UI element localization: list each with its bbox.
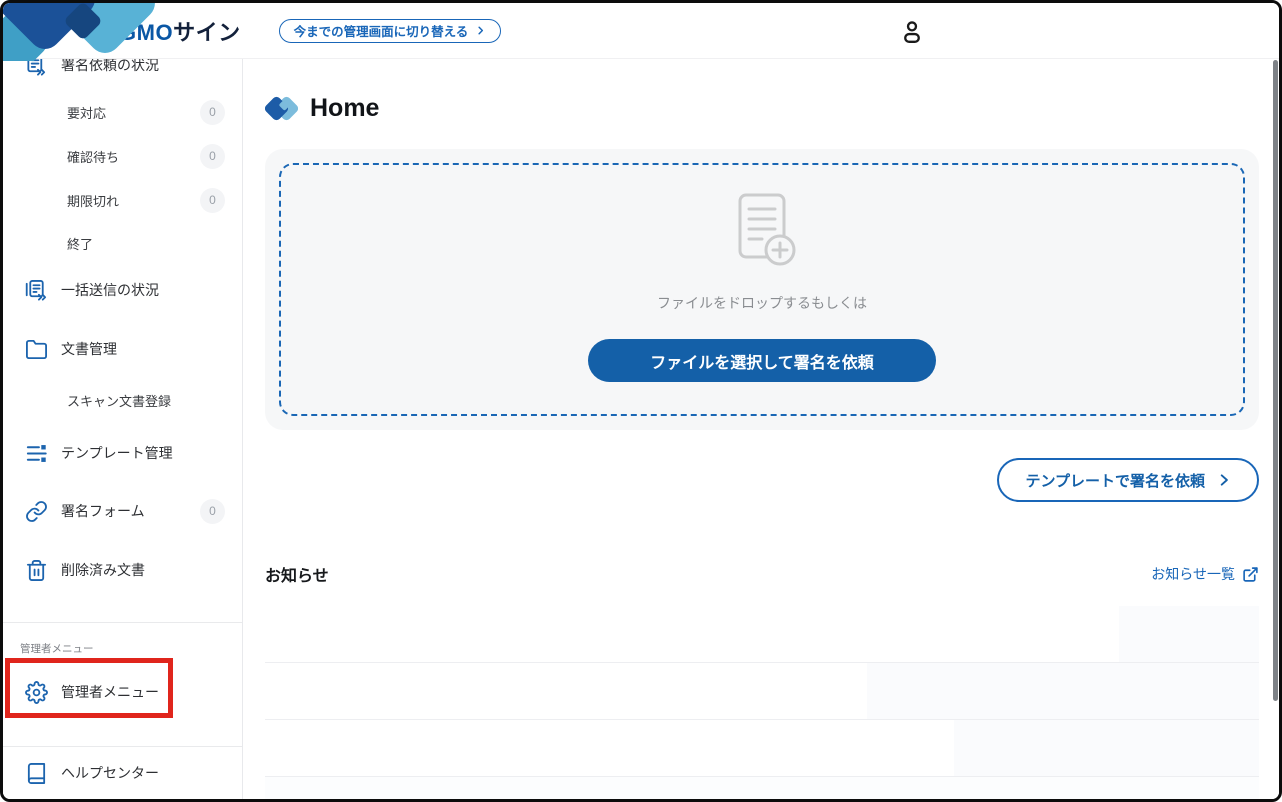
dropzone-hint: ファイルをドロップするもしくは	[657, 295, 867, 311]
trash-icon	[25, 559, 48, 582]
news-list-link[interactable]: お知らせ一覧	[1151, 564, 1259, 584]
book-icon	[25, 762, 48, 785]
news-title: お知らせ	[265, 568, 329, 585]
count-badge: 0	[200, 498, 225, 524]
sidebar-item-label: スキャン文書登録	[67, 393, 172, 409]
sidebar-item-needs-action[interactable]: 要対応 0	[3, 92, 242, 132]
template-signature-label: テンプレートで署名を依頼	[1025, 472, 1205, 490]
vertical-scrollbar[interactable]	[1273, 60, 1278, 701]
news-row[interactable]	[265, 777, 1259, 799]
sidebar-item-label: ヘルプセンター	[61, 765, 159, 781]
sidebar-item-label: テンプレート管理	[61, 445, 173, 461]
select-file-button[interactable]: ファイルを選択して署名を依頼	[588, 339, 936, 382]
template-signature-button[interactable]: テンプレートで署名を依頼	[997, 458, 1259, 502]
news-list	[265, 606, 1259, 799]
sidebar-item-label: 終了	[67, 236, 94, 252]
sidebar-item-expired[interactable]: 期限切れ 0	[3, 180, 242, 220]
count-badge: 0	[200, 187, 225, 213]
redacted-area	[867, 663, 1259, 719]
page-title: Home	[310, 93, 380, 122]
sidebar-item-template-management[interactable]: テンプレート管理	[3, 433, 242, 473]
file-dropzone[interactable]: ファイルをドロップするもしくは ファイルを選択して署名を依頼	[265, 149, 1259, 430]
sidebar-item-label: 期限切れ	[67, 193, 120, 209]
bulk-send-icon	[25, 279, 48, 302]
redacted-area	[265, 777, 1259, 799]
sidebar-item-bulk-send-status[interactable]: 一括送信の状況	[3, 270, 242, 310]
switch-admin-screen-label: 今までの管理画面に切り替える	[293, 25, 469, 39]
sidebar-item-deleted-documents[interactable]: 削除済み文書	[3, 550, 242, 590]
folder-icon	[25, 338, 48, 361]
sidebar-item-label: 削除済み文書	[61, 562, 145, 578]
sidebar-item-label: 署名依頼の状況	[61, 59, 159, 73]
news-list-link-label: お知らせ一覧	[1151, 566, 1235, 582]
main-content: Home ファイルをドロップするもしくは ファイルを選択して署名を依頼 テンプレ…	[244, 59, 1279, 799]
gmo-sign-mark-icon	[265, 96, 298, 120]
document-plus-icon	[738, 193, 796, 266]
brand-logotype: GMO サイン	[119, 15, 241, 47]
sidebar-item-scan-document-register[interactable]: スキャン文書登録	[3, 380, 242, 420]
count-badge: 0	[200, 143, 225, 169]
sidebar-item-finished[interactable]: 終了	[3, 223, 242, 263]
template-button-row: テンプレートで署名を依頼	[244, 458, 1279, 502]
sidebar-item-signature-form[interactable]: 署名フォーム 0	[3, 491, 242, 531]
redacted-area	[1119, 606, 1259, 662]
account-button[interactable]	[898, 18, 926, 46]
link-icon	[25, 500, 48, 523]
admin-section-label: 管理者メニュー	[20, 643, 94, 655]
redacted-area	[954, 720, 1259, 776]
sidebar-item-label: 要対応	[67, 105, 107, 121]
news-section: お知らせ お知らせ一覧	[265, 562, 1259, 799]
sidebar-item-help-center[interactable]: ヘルプセンター	[3, 753, 242, 793]
brand-sign: サイン	[173, 19, 241, 45]
user-icon	[904, 21, 920, 43]
chevron-right-icon	[478, 26, 484, 35]
sidebar-item-label: 管理者メニュー	[61, 684, 159, 700]
sidebar: 署名依頼の状況 要対応 0 確認待ち 0 期限切れ 0 終了 一括送信の状況 文…	[3, 59, 243, 799]
brand-gmo: GMO	[119, 19, 174, 45]
count-badge: 0	[200, 99, 225, 125]
switch-admin-screen-button[interactable]: 今までの管理画面に切り替える	[278, 18, 502, 43]
news-row[interactable]	[265, 663, 1259, 720]
sidebar-item-awaiting-confirmation[interactable]: 確認待ち 0	[3, 136, 242, 176]
app-window: GMO サイン 今までの管理画面に切り替える 署名依頼の状況 要対応 0 確認待…	[0, 0, 1282, 802]
news-row[interactable]	[265, 606, 1259, 663]
sidebar-item-document-management[interactable]: 文書管理	[3, 329, 242, 369]
top-header: GMO サイン 今までの管理画面に切り替える	[3, 3, 1279, 59]
sidebar-item-label: 確認待ち	[67, 149, 120, 165]
sidebar-divider	[3, 746, 242, 747]
gear-icon	[25, 680, 48, 704]
dropzone-dashed-area: ファイルをドロップするもしくは ファイルを選択して署名を依頼	[279, 163, 1245, 416]
sidebar-item-label: 署名フォーム	[61, 503, 145, 519]
document-arrows-icon	[25, 59, 48, 77]
news-row[interactable]	[265, 720, 1259, 777]
template-list-icon	[25, 442, 48, 465]
page-title-row: Home	[265, 93, 1279, 123]
sidebar-item-label: 一括送信の状況	[61, 282, 159, 298]
sidebar-divider	[3, 622, 242, 623]
sidebar-item-signature-requests[interactable]: 署名依頼の状況	[3, 59, 242, 85]
external-link-icon	[1243, 566, 1258, 582]
sidebar-item-label: 文書管理	[61, 341, 117, 357]
chevron-right-icon	[1220, 474, 1228, 486]
sidebar-item-admin-menu[interactable]: 管理者メニュー	[3, 672, 242, 712]
